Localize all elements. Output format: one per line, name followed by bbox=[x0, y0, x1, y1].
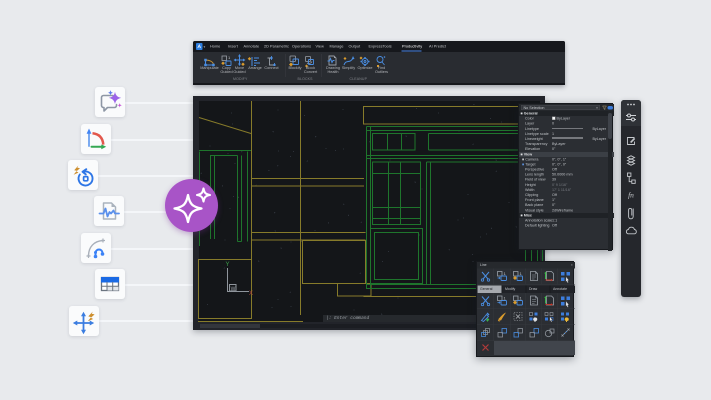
svg-text:Y: Y bbox=[225, 262, 229, 268]
svg-text:1: 1 bbox=[228, 55, 231, 60]
svg-text:W: W bbox=[231, 287, 236, 293]
svg-text:X: X bbox=[249, 291, 253, 297]
svg-text:fn: fn bbox=[628, 191, 634, 200]
